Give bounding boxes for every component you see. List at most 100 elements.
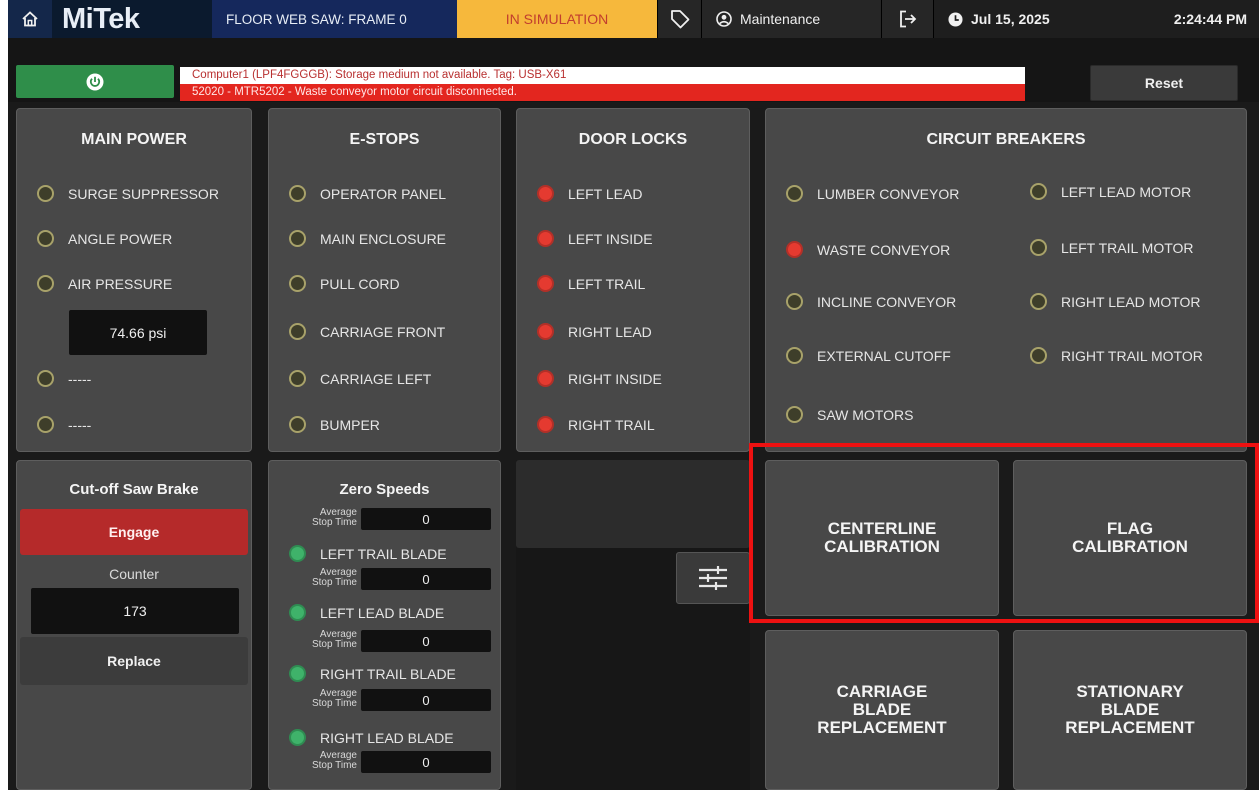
avg-stop-time-value: 0 <box>361 568 491 590</box>
avg-stop-time-value: 0 <box>361 751 491 773</box>
avg-stop-time-label: Average Stop Time <box>311 507 357 528</box>
avg-stop-time-value: 0 <box>361 689 491 711</box>
panel-title: E-STOPS <box>349 131 420 148</box>
status-led <box>537 230 554 247</box>
status-row: RIGHT TRAIL MOTOR <box>1030 347 1203 364</box>
status-led <box>786 293 803 310</box>
sliders-icon <box>699 566 727 590</box>
status-led <box>37 370 54 387</box>
status-label: SURGE SUPPRESSOR <box>68 185 219 202</box>
logout-button[interactable] <box>881 0 933 38</box>
alarm-bar: Computer1 (LPF4FGGGB): Storage medium no… <box>8 38 1259 102</box>
status-row: ----- <box>37 370 91 387</box>
status-label: RIGHT LEAD MOTOR <box>1061 293 1201 310</box>
counter-label: Counter <box>109 566 159 582</box>
home-button[interactable] <box>8 0 52 38</box>
status-row: RIGHT TRAIL <box>537 416 655 433</box>
tag-button[interactable] <box>657 0 701 38</box>
status-label: EXTERNAL CUTOFF <box>817 347 951 364</box>
logout-icon <box>899 10 916 28</box>
simulation-status: IN SIMULATION <box>457 0 657 38</box>
status-led <box>37 185 54 202</box>
status-led <box>1030 347 1047 364</box>
datetime: Jul 15, 2025 2:24:44 PM <box>933 0 1259 38</box>
user-mode[interactable]: Maintenance <box>701 0 881 38</box>
avg-stop-time-label: Average Stop Time <box>311 750 357 771</box>
status-row: OPERATOR PANEL <box>289 185 446 202</box>
status-led <box>37 416 54 433</box>
frame-title: FLOOR WEB SAW: FRAME 0 <box>212 0 457 38</box>
status-row: RIGHT INSIDE <box>537 370 662 387</box>
status-label: RIGHT TRAIL <box>568 416 655 433</box>
date-label: Jul 15, 2025 <box>971 11 1050 27</box>
status-row: PULL CORD <box>289 275 400 292</box>
status-led <box>37 275 54 292</box>
status-row: CARRIAGE FRONT <box>289 323 445 340</box>
status-led <box>1030 293 1047 310</box>
blade-label: RIGHT LEAD BLADE <box>320 729 454 746</box>
status-row: LEFT LEAD <box>537 185 642 202</box>
user-mode-label: Maintenance <box>740 11 821 27</box>
alarm-message[interactable]: 52020 - MTR5202 - Waste conveyor motor c… <box>180 84 1025 101</box>
status-label: MAIN ENCLOSURE <box>320 230 447 247</box>
panel-title: Cut-off Saw Brake <box>69 481 199 498</box>
estops-panel: E-STOPS OPERATOR PANEL MAIN ENCLOSURE PU… <box>268 108 501 452</box>
circuit-breakers-panel: CIRCUIT BREAKERS LUMBER CONVEYOR WASTE C… <box>765 108 1247 452</box>
blade-row: LEFT TRAIL BLADE <box>289 545 447 562</box>
panel-title: Zero Speeds <box>339 481 430 498</box>
blade-row: LEFT LEAD BLADE <box>289 604 444 621</box>
zero-speeds-panel: Zero Speeds Average Stop Time 0 LEFT TRA… <box>268 460 501 790</box>
status-label: LEFT LEAD MOTOR <box>1061 183 1192 200</box>
status-label: LEFT TRAIL MOTOR <box>1061 239 1194 256</box>
status-led <box>537 416 554 433</box>
engage-button[interactable]: Engage <box>20 509 248 555</box>
alarm-message[interactable]: Computer1 (LPF4FGGGB): Storage medium no… <box>180 67 1025 84</box>
status-label: CARRIAGE FRONT <box>320 323 446 340</box>
avg-stop-time-label: Average Stop Time <box>311 629 357 650</box>
status-led <box>289 323 306 340</box>
avg-stop-time-label: Average Stop Time <box>311 688 357 709</box>
top-bar: MiTek FLOOR WEB SAW: FRAME 0 IN SIMULATI… <box>8 0 1259 38</box>
status-row: RIGHT LEAD <box>537 323 652 340</box>
status-row: CARRIAGE LEFT <box>289 370 431 387</box>
status-row: SURGE SUPPRESSOR <box>37 185 219 202</box>
status-led <box>537 275 554 292</box>
status-row: SAW MOTORS <box>786 406 913 423</box>
door-locks-panel: DOOR LOCKS LEFT LEAD LEFT INSIDE LEFT TR… <box>516 108 750 452</box>
status-row: EXTERNAL CUTOFF <box>786 347 951 364</box>
home-icon <box>22 11 38 27</box>
status-led <box>289 604 306 621</box>
status-led <box>289 665 306 682</box>
status-led <box>786 406 803 423</box>
status-row: LEFT TRAIL <box>537 275 645 292</box>
status-label: INCLINE CONVEYOR <box>817 293 957 310</box>
power-button[interactable] <box>16 65 174 98</box>
status-row: ANGLE POWER <box>37 230 172 247</box>
status-led <box>289 416 306 433</box>
user-circle-icon <box>716 11 732 27</box>
clock-icon <box>948 11 963 27</box>
status-led <box>289 185 306 202</box>
status-label: OPERATOR PANEL <box>320 185 447 202</box>
status-led <box>37 230 54 247</box>
avg-stop-time-value: 0 <box>361 630 491 652</box>
status-row: LEFT INSIDE <box>537 230 653 247</box>
blade-label: LEFT TRAIL BLADE <box>320 545 447 562</box>
stationary-blade-replacement-button[interactable]: STATIONARY BLADE REPLACEMENT <box>1013 630 1247 790</box>
avg-stop-time-label: Average Stop Time <box>311 567 357 588</box>
status-led <box>289 370 306 387</box>
carriage-blade-replacement-button[interactable]: CARRIAGE BLADE REPLACEMENT <box>765 630 999 790</box>
main-power-panel: MAIN POWER SURGE SUPPRESSOR ANGLE POWER … <box>16 108 252 452</box>
power-icon <box>86 73 104 90</box>
replace-button[interactable]: Replace <box>20 637 248 685</box>
panel-title: MAIN POWER <box>81 131 187 148</box>
status-label: AIR PRESSURE <box>68 275 173 292</box>
settings-button[interactable] <box>676 552 750 604</box>
status-label: LUMBER CONVEYOR <box>817 185 960 202</box>
status-led <box>289 230 306 247</box>
panel-title: CIRCUIT BREAKERS <box>926 131 1086 148</box>
reset-button[interactable]: Reset <box>1090 65 1238 101</box>
status-label: RIGHT INSIDE <box>568 370 662 387</box>
status-label: PULL CORD <box>320 275 400 292</box>
status-row: BUMPER <box>289 416 380 433</box>
